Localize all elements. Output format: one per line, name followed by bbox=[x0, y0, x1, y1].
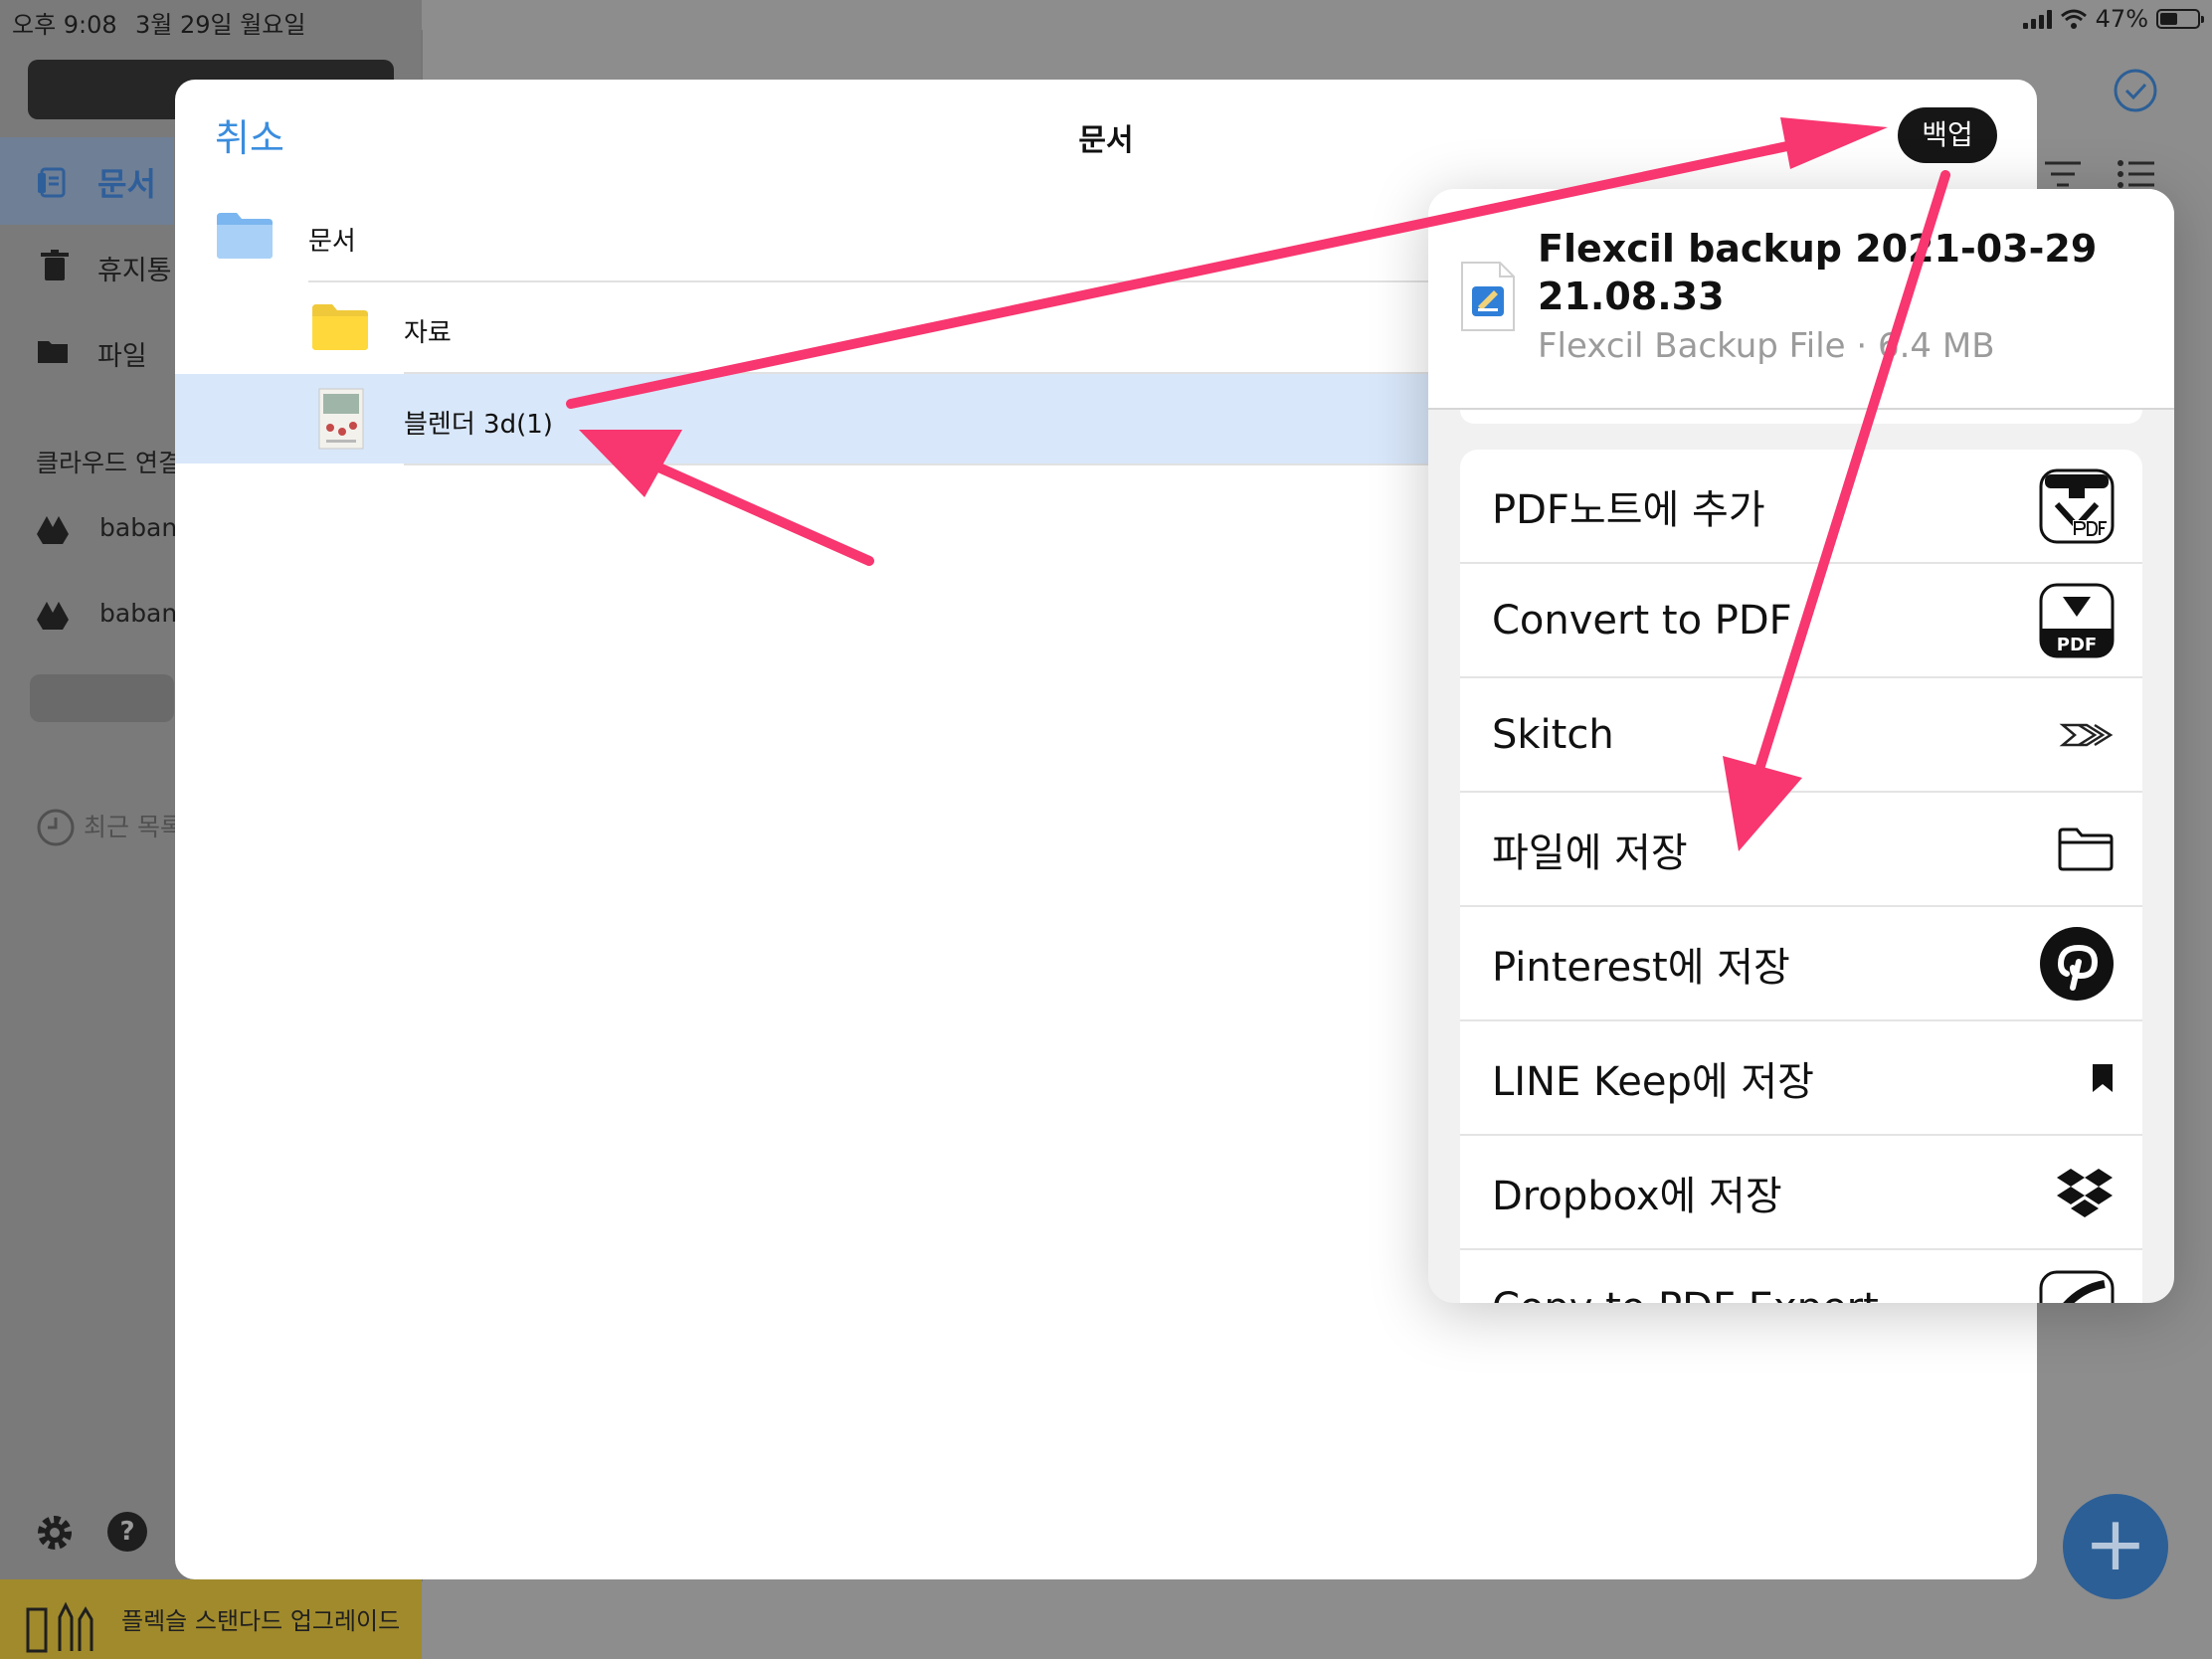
svg-text:PDF: PDF bbox=[2057, 635, 2097, 655]
list-item[interactable]: 블렌더 3d(1) bbox=[404, 404, 553, 441]
backup-button[interactable]: 백업 bbox=[1898, 107, 1997, 163]
share-action-label: PDF노트에 추가 bbox=[1492, 486, 1765, 533]
pencil-icon bbox=[26, 1601, 93, 1653]
select-check-icon[interactable] bbox=[2113, 68, 2158, 113]
share-actions-list: PDF노트에 추가 Convert to PDF PDF Skitch 파일에 … bbox=[1460, 450, 2142, 1303]
share-header: Flexcil backup 2021-03-29 21.08.33 Flexc… bbox=[1428, 189, 2174, 410]
share-action-pinterest[interactable]: Pinterest에 저장 bbox=[1460, 907, 2142, 1021]
share-action-label: 파일에 저장 bbox=[1492, 830, 1688, 876]
upgrade-banner[interactable]: 플렉슬 스탠다드 업그레이드 bbox=[0, 1579, 422, 1659]
share-file-meta: Flexcil Backup File · 6.4 MB bbox=[1538, 326, 1995, 366]
status-bar: 오후 9:08 3월 29일 월요일 47% bbox=[0, 0, 2212, 40]
folder-icon bbox=[2058, 828, 2114, 870]
dropbox-icon bbox=[2057, 1168, 2113, 1217]
sidebar-item-documents[interactable]: 문서 bbox=[97, 159, 156, 205]
share-action-label: Pinterest에 저장 bbox=[1492, 944, 1790, 991]
pdf-expert-icon bbox=[2039, 1270, 2115, 1303]
cloud-account-2[interactable]: baban bbox=[99, 599, 177, 628]
document-thumbnail-icon bbox=[318, 388, 364, 450]
bookmark-icon bbox=[2093, 1063, 2113, 1092]
trash-icon bbox=[41, 250, 69, 280]
folder-icon bbox=[38, 341, 68, 363]
share-action-convert-pdf[interactable]: Convert to PDF PDF bbox=[1460, 564, 2142, 678]
google-drive-icon bbox=[37, 602, 69, 630]
status-date: 3월 29일 월요일 bbox=[135, 11, 306, 39]
list-item[interactable]: 자료 bbox=[404, 312, 452, 349]
help-icon[interactable]: ? bbox=[107, 1512, 147, 1552]
cloud-account-1[interactable]: baban bbox=[99, 513, 177, 542]
share-action-dropbox[interactable]: Dropbox에 저장 bbox=[1460, 1136, 2142, 1250]
status-time: 오후 9:08 bbox=[12, 11, 117, 39]
wifi-icon bbox=[2060, 9, 2087, 29]
share-sheet: Flexcil backup 2021-03-29 21.08.33 Flexc… bbox=[1428, 189, 2174, 1303]
root-folder-label[interactable]: 문서 bbox=[308, 221, 356, 258]
list-view-icon[interactable] bbox=[2117, 159, 2156, 189]
share-action-pdf-expert[interactable]: Copy to PDF Expert bbox=[1460, 1250, 2142, 1303]
picker-title: 문서 bbox=[1078, 123, 1134, 158]
pinterest-icon bbox=[2040, 926, 2114, 1001]
sidebar-add-button[interactable] bbox=[30, 674, 174, 722]
battery-percent: 47% bbox=[2095, 5, 2148, 33]
share-action-label: Copy to PDF Expert bbox=[1492, 1285, 1879, 1304]
sort-icon[interactable] bbox=[2043, 159, 2083, 189]
add-fab-button[interactable]: + bbox=[2063, 1494, 2168, 1599]
skitch-icon bbox=[2059, 723, 2114, 746]
folder-icon bbox=[312, 304, 368, 350]
folder-icon bbox=[217, 213, 273, 259]
share-action-line-keep[interactable]: LINE Keep에 저장 bbox=[1460, 1021, 2142, 1136]
battery-icon bbox=[2156, 9, 2204, 29]
signal-icon bbox=[2022, 9, 2052, 29]
recent-list[interactable]: 최근 목록 bbox=[84, 808, 183, 843]
clock-icon bbox=[37, 809, 75, 846]
share-action-label: Dropbox에 저장 bbox=[1492, 1173, 1782, 1219]
gear-icon[interactable] bbox=[34, 1512, 76, 1554]
pdf-notes-icon bbox=[2039, 468, 2115, 543]
share-file-name: Flexcil backup 2021-03-29 21.08.33 bbox=[1538, 227, 2098, 318]
share-prev-group-edge bbox=[1460, 410, 2142, 424]
cloud-section-title: 클라우드 연결 bbox=[36, 449, 181, 477]
status-right: 47% bbox=[2022, 5, 2204, 33]
share-action-pdf-notes[interactable]: PDF노트에 추가 bbox=[1460, 450, 2142, 564]
share-action-label: Convert to PDF bbox=[1492, 597, 1792, 644]
share-action-save-to-files[interactable]: 파일에 저장 bbox=[1460, 793, 2142, 907]
google-drive-icon bbox=[37, 516, 69, 544]
sidebar-item-files[interactable]: 파일 bbox=[97, 334, 147, 373]
share-action-label: Skitch bbox=[1492, 711, 1614, 758]
share-action-label: LINE Keep에 저장 bbox=[1492, 1058, 1814, 1105]
document-icon bbox=[38, 167, 66, 198]
share-action-skitch[interactable]: Skitch bbox=[1460, 678, 2142, 793]
sidebar-item-trash[interactable]: 휴지통 bbox=[97, 249, 172, 287]
convert-pdf-icon: PDF bbox=[2039, 583, 2115, 657]
upgrade-label: 플렉슬 스탠다드 업그레이드 bbox=[121, 1607, 401, 1635]
file-icon bbox=[1461, 262, 1515, 331]
